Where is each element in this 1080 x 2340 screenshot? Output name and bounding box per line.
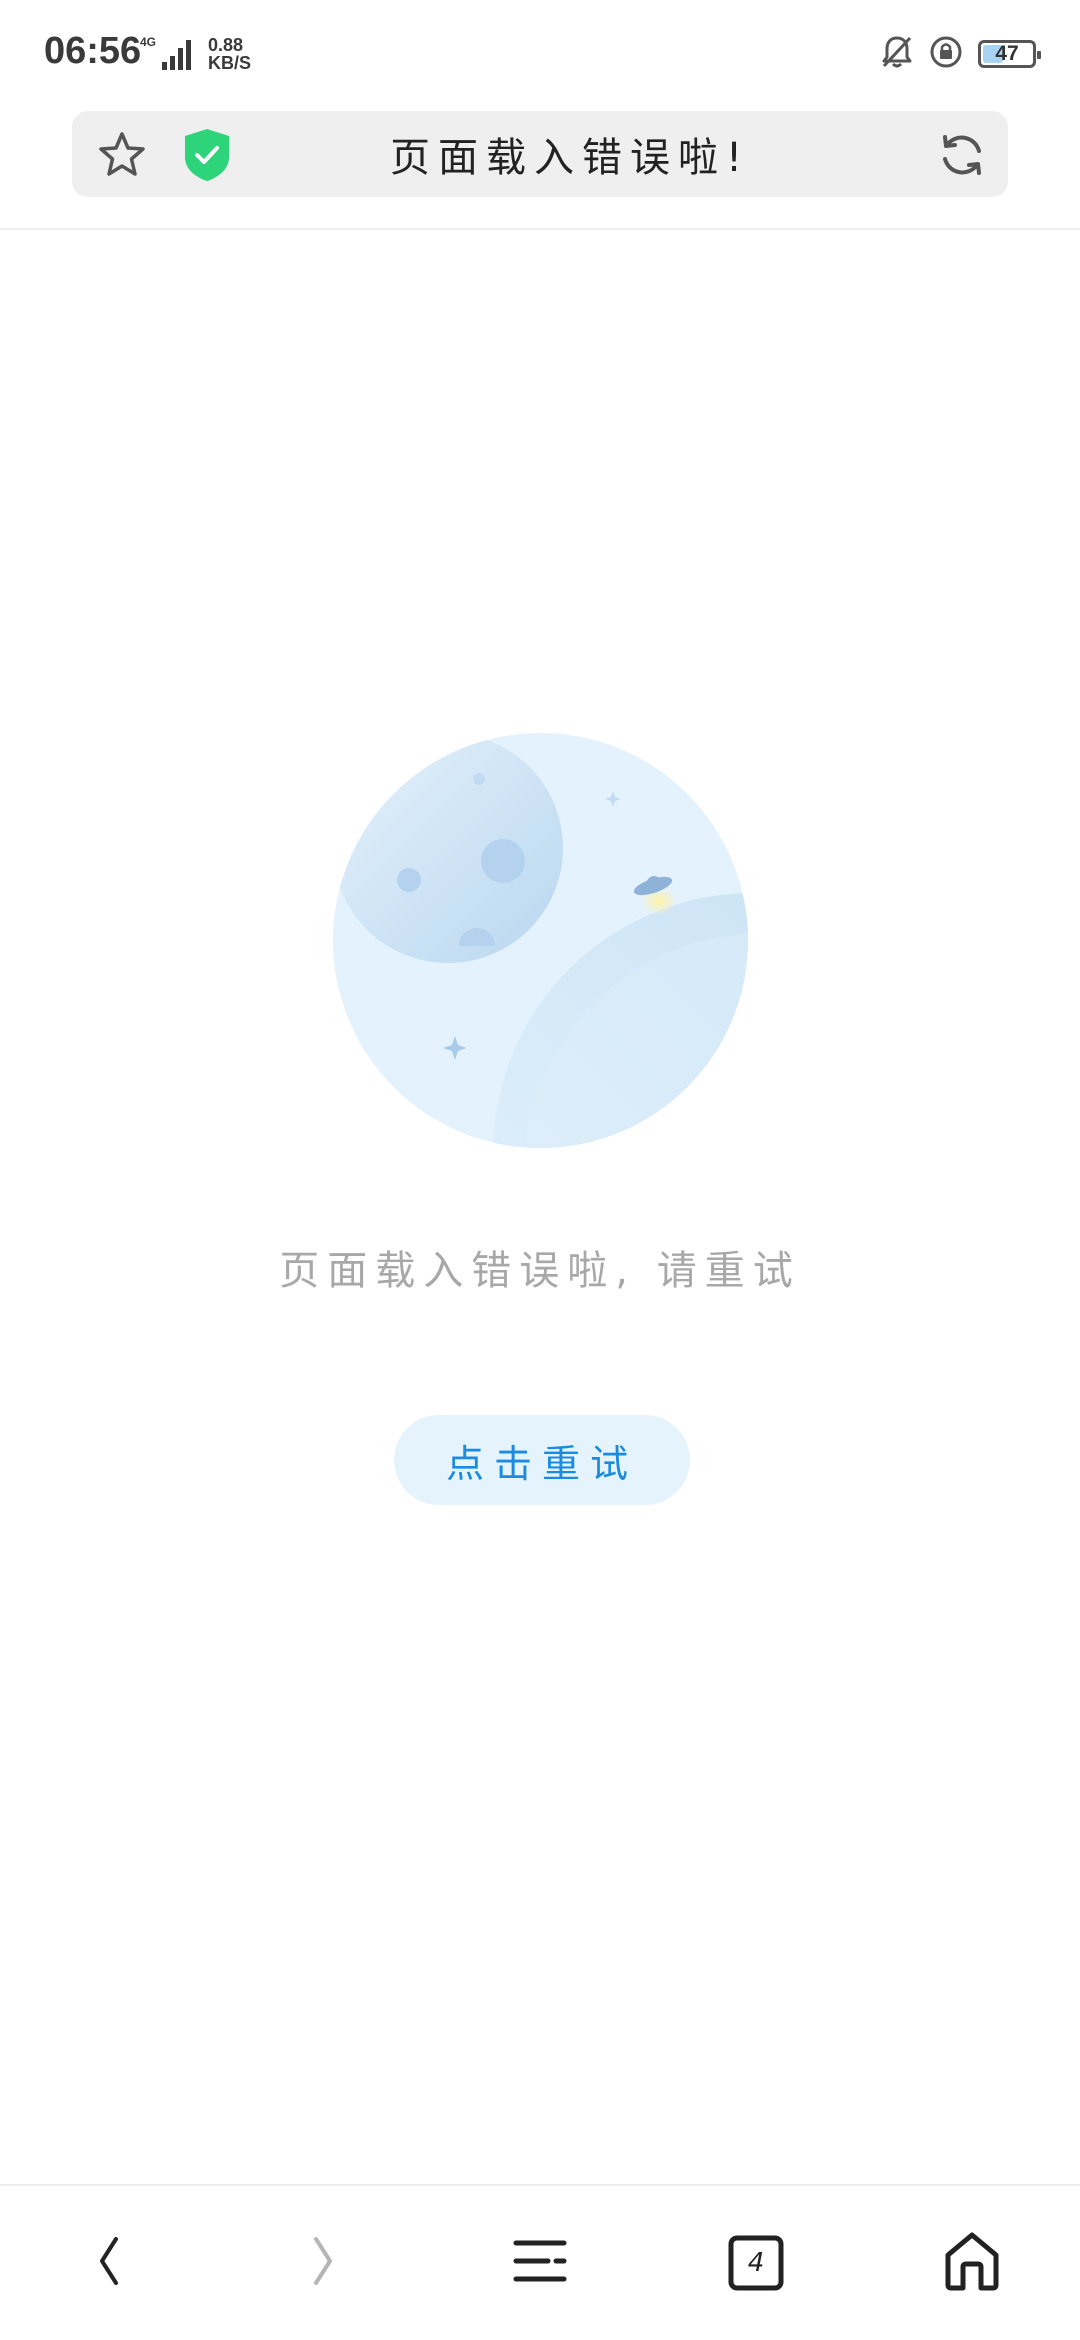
chevron-right-icon [304, 2231, 344, 2295]
error-message: 页面载入错误啦, 请重试 [279, 1248, 801, 1294]
forward-button[interactable] [234, 2186, 414, 2340]
speed-unit: KB/S [208, 53, 252, 73]
rotation-lock-icon [928, 34, 964, 74]
bell-muted-icon [880, 34, 914, 74]
signal-icon: 4G [140, 34, 200, 74]
tabs-count: 4 [747, 2248, 765, 2278]
speed-value: 0.88 [208, 35, 244, 55]
status-right-icons: 47 [880, 34, 1041, 74]
network-speed: 0.88 KB/S [208, 36, 268, 72]
star-icon[interactable] [96, 129, 148, 181]
battery-level: 47 [995, 42, 1019, 65]
browser-screen: 06:56 4G 0.88 KB/S 47 页面载入错误啦! 页面载入错误啦, … [0, 0, 1080, 2340]
page-title[interactable]: 页面载入错误啦! [252, 111, 888, 197]
battery-icon: 47 [978, 40, 1041, 68]
error-illustration [333, 733, 748, 1148]
chevron-left-icon [88, 2231, 128, 2295]
address-bar[interactable]: 页面载入错误啦! [72, 111, 1008, 197]
top-divider [0, 228, 1080, 230]
network-type-label: 4G [140, 35, 156, 49]
battery-cap [1037, 51, 1041, 59]
back-button[interactable] [18, 2186, 198, 2340]
home-button[interactable] [882, 2186, 1062, 2340]
refresh-icon[interactable] [936, 129, 988, 181]
status-time: 06:56 [44, 30, 142, 72]
status-bar: 06:56 4G 0.88 KB/S 47 [0, 0, 1080, 105]
shield-check-icon[interactable] [182, 127, 232, 183]
tabs-icon: 4 [728, 2235, 784, 2291]
menu-icon [512, 2233, 568, 2293]
bottom-nav: 4 [0, 2186, 1080, 2340]
retry-button[interactable]: 点击重试 [394, 1415, 690, 1505]
menu-button[interactable] [450, 2186, 630, 2340]
home-icon [943, 2231, 1001, 2295]
tabs-button[interactable]: 4 [666, 2186, 846, 2340]
